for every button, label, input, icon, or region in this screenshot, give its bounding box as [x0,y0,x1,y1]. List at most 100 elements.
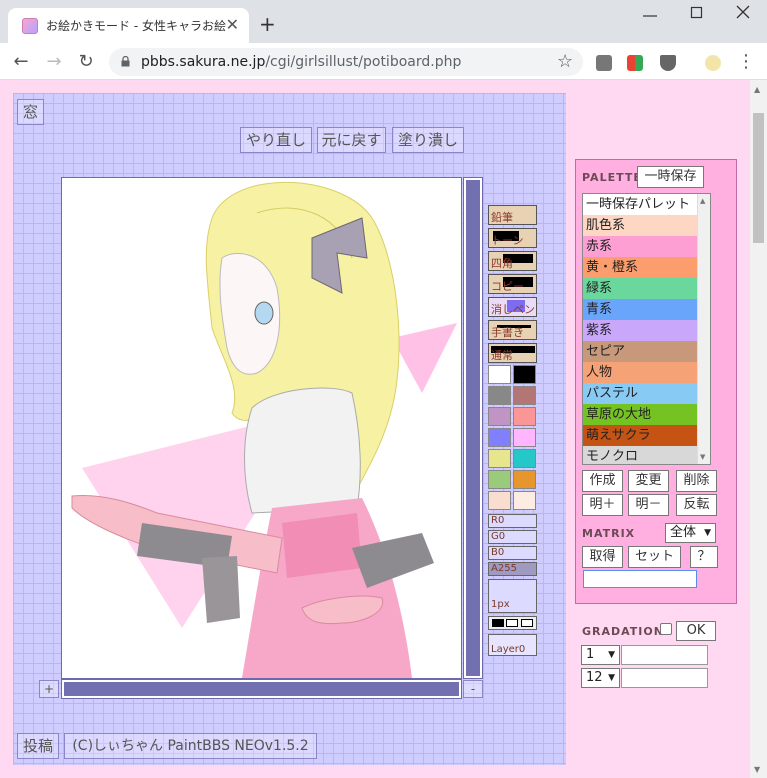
gradation-heading: GRADATION [582,625,664,638]
window-toggle-button[interactable]: 窓 [17,99,44,125]
palette-list-item[interactable]: 青系 [583,299,710,320]
list-scroll-up-icon[interactable]: ▲ [700,197,705,205]
gradation-color-1-input[interactable] [621,645,708,665]
canvas-horizontal-scroll-thumb[interactable] [64,682,459,696]
brightness-plus-button[interactable]: 明＋ [582,494,623,516]
zoom-out-button[interactable]: - [463,680,483,698]
palette-list-item[interactable]: モノクロ [583,446,710,464]
palette-list[interactable]: 一時保存パレット 肌色系 赤系 黄・橙系 緑系 青系 紫系 セピア 人物 パステル 草原の大地 萌えサ… [582,193,711,465]
matrix-set-button[interactable]: セット [628,546,681,568]
layer-value[interactable]: Layer0 [488,634,537,656]
palette-list-item[interactable]: 紫系 [583,320,710,341]
color-swatch[interactable] [513,491,536,510]
gradation-color-2-input[interactable] [621,668,708,688]
palette-list-item[interactable]: 黄・橙系 [583,257,710,278]
pen-size-value[interactable]: 1px [488,579,537,613]
temp-save-button[interactable]: 一時保存 [637,166,704,188]
palette-list-item[interactable]: 一時保存パレット [583,194,710,215]
fill-button[interactable]: 塗り潰し [392,127,464,153]
drawing-canvas[interactable] [61,177,462,679]
tool-rect-button[interactable]: 四角 [488,251,537,271]
scroll-up-icon[interactable]: ▲ [754,85,760,94]
invert-button[interactable]: 反転 [676,494,717,516]
color-swatch[interactable] [488,449,511,468]
tool-copy-button[interactable]: コピー [488,274,537,294]
palette-list-scrollbar[interactable]: ▲ ▼ [697,194,710,464]
color-swatch[interactable] [488,470,511,489]
translate-extension-icon[interactable] [627,55,643,71]
color-swatch[interactable] [488,407,511,426]
tool-tone-button[interactable]: トーン [488,228,537,248]
list-scroll-down-icon[interactable]: ▼ [700,453,705,461]
green-value[interactable]: G0 [488,530,537,544]
line-width-selector[interactable] [488,616,537,630]
matrix-textarea[interactable] [583,570,697,588]
zoom-in-button[interactable]: + [39,680,59,698]
bookmark-star-icon[interactable]: ☆ [557,51,573,72]
extension-icon[interactable] [596,55,612,71]
color-swatch[interactable] [488,491,511,510]
reload-button[interactable]: ↻ [73,49,99,75]
color-swatch[interactable] [513,386,536,405]
palette-list-item[interactable]: 肌色系 [583,215,710,236]
gradation-select-1[interactable]: 1 ▼ [581,645,620,665]
page-scrollbar[interactable]: ▲ ▼ [750,80,767,778]
browser-menu-button[interactable]: ⋮ [733,49,759,75]
canvas-vertical-scrollbar[interactable] [463,177,483,679]
color-swatch[interactable] [513,407,536,426]
color-swatch[interactable] [488,428,511,447]
tool-normal-button[interactable]: 通常 [488,343,537,363]
palette-list-item[interactable]: 赤系 [583,236,710,257]
color-swatch[interactable] [488,365,511,384]
window-minimize-button[interactable] [640,8,660,24]
tab-close-icon[interactable]: ✕ [226,15,239,35]
matrix-get-button[interactable]: 取得 [582,546,623,568]
matrix-help-button[interactable]: ？ [690,546,718,568]
window-close-button[interactable] [735,4,751,25]
page-scroll-thumb[interactable] [753,113,764,243]
color-swatch[interactable] [488,386,511,405]
credit-label[interactable]: (C)しぃちゃん PaintBBS NEOv1.5.2 [64,733,317,759]
canvas-horizontal-scrollbar[interactable] [61,679,462,699]
address-bar[interactable]: pbbs.sakura.ne.jp/cgi/girlsillust/potibo… [109,48,583,76]
matrix-select[interactable]: 全体 ▼ [665,523,716,543]
tool-eraser-pen-button[interactable]: 消しペン [488,297,537,317]
post-button[interactable]: 投稿 [17,733,59,759]
window-maximize-button[interactable] [690,6,704,20]
redo-button[interactable]: やり直し [240,127,312,153]
canvas-illustration [62,178,461,678]
brightness-minus-button[interactable]: 明－ [628,494,669,516]
color-swatch[interactable] [513,365,536,384]
palette-list-item[interactable]: セピア [583,341,710,362]
tool-pencil-button[interactable]: 鉛筆 [488,205,537,225]
gradation-ok-button[interactable]: OK [676,621,716,641]
palette-list-item[interactable]: 緑系 [583,278,710,299]
palette-list-item[interactable]: 萌えサクラ [583,425,710,446]
palette-list-item[interactable]: 草原の大地 [583,404,710,425]
undo-button[interactable]: 元に戻す [317,127,386,153]
back-button[interactable]: ← [8,49,34,75]
blue-value[interactable]: B0 [488,546,537,560]
gradation-checkbox[interactable] [660,623,672,635]
red-value[interactable]: R0 [488,514,537,528]
palette-delete-button[interactable]: 削除 [676,470,717,492]
tool-freehand-button[interactable]: 手書き [488,320,537,340]
canvas-vertical-scroll-thumb[interactable] [466,180,480,676]
new-tab-button[interactable]: + [259,14,276,34]
palette-create-button[interactable]: 作成 [582,470,623,492]
palette-panel: PALETTE 一時保存 一時保存パレット 肌色系 赤系 黄・橙系 緑系 青系 紫系 セピア人… [575,159,737,604]
shield-extension-icon[interactable] [660,55,676,71]
color-swatch[interactable] [513,428,536,447]
alpha-value[interactable]: A255 [488,562,537,576]
palette-list-item[interactable]: パステル [583,383,710,404]
gradation-select-2[interactable]: 12 ▼ [581,668,620,688]
palette-change-button[interactable]: 変更 [628,470,669,492]
gradation-select-1-value: 1 [586,647,595,662]
scroll-down-icon[interactable]: ▼ [754,765,760,774]
profile-avatar[interactable] [705,55,721,71]
color-swatch[interactable] [513,470,536,489]
browser-tab[interactable]: お絵かきモード - 女性キャラお絵かき掲 ✕ [8,8,249,43]
forward-button[interactable]: → [41,49,67,75]
palette-list-item[interactable]: 人物 [583,362,710,383]
color-swatch[interactable] [513,449,536,468]
